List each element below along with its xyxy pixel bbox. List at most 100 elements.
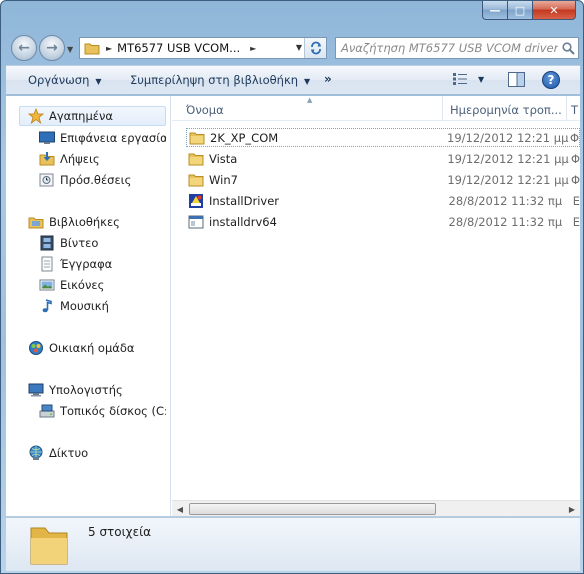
refresh-button[interactable] [304,38,326,58]
libraries-icon [28,214,44,230]
horizontal-scrollbar[interactable]: ◀ ▶ [172,500,580,516]
breadcrumb-separator-icon[interactable]: ► [250,44,256,53]
minimize-button[interactable]: — [482,1,508,20]
folder-icon [188,151,204,167]
include-in-library-button[interactable]: Συμπερίληψη στη βιβλιοθήκη ▼ [130,73,310,87]
nav-item-label: Λήψεις [60,152,100,166]
nav-item-recent-places[interactable]: Πρόσ.θέσεις [39,170,166,190]
nav-computer[interactable]: Υπολογιστής [28,380,166,400]
file-date: 19/12/2012 12:21 μμ [447,172,569,187]
nav-item-desktop[interactable]: Επιφάνεια εργασίας [39,128,166,148]
search-box[interactable]: Αναζήτηση MT6577 USB VCOM drivers [335,37,579,59]
music-icon [39,298,55,314]
preview-pane-button[interactable] [508,72,525,90]
breadcrumb-separator-icon[interactable]: ► [106,44,112,53]
local-disk-icon [39,403,55,419]
address-dropdown-icon[interactable]: ▼ [296,43,302,52]
column-header-date-modified[interactable]: Ημερομηνία τροπ... [450,103,562,117]
change-view-button[interactable]: ▼ [452,72,484,86]
nav-favorites[interactable]: Αγαπημένα [19,106,166,126]
pane-splitter[interactable] [166,96,171,516]
nav-network-label: Δίκτυο [49,446,89,460]
nav-item-local-disk[interactable]: Τοπικός δίσκος (C:) [39,401,166,421]
content-area: Αγαπημένα Επιφάνεια εργασίας Λήψεις Πρόσ… [6,96,580,516]
nav-network[interactable]: Δίκτυο [28,443,166,463]
breadcrumb-current[interactable]: MT6577 USB VCOM... [117,41,240,55]
scroll-right-icon[interactable]: ▶ [564,501,580,517]
search-input[interactable]: Αναζήτηση MT6577 USB VCOM drivers [336,41,558,55]
caption-buttons: — □ ✕ [482,1,576,20]
item-count: 5 στοιχεία [88,525,152,539]
nav-item-label: Τοπικός δίσκος (C:) [60,404,166,418]
nav-homegroup[interactable]: Οικιακή ομάδα [28,338,166,358]
back-button[interactable]: ← [11,35,37,61]
chevron-down-icon: ▼ [478,74,485,84]
file-type: Φ [569,130,579,145]
navigation-bar: ← → ▼ ► MT6577 USB VCOM... ► ▼ Αναζήτηση… [7,32,579,64]
file-row-2k-xp-com[interactable]: 2K_XP_COM 19/12/2012 12:21 μμ Φ [186,128,580,147]
column-header-name[interactable]: Όνομα [186,103,224,117]
close-button[interactable]: ✕ [533,1,576,20]
navigation-pane: Αγαπημένα Επιφάνεια εργασίας Λήψεις Πρόσ… [6,96,166,516]
preview-pane-icon [508,72,525,87]
desktop-icon [39,130,55,146]
arrow-right-icon: → [46,40,58,56]
file-type: Ε [572,193,580,208]
file-row-win7[interactable]: Win7 19/12/2012 12:21 μμ Φ [186,170,580,189]
nav-libraries[interactable]: Βιβλιοθήκες [28,212,166,232]
chevron-down-icon: ▼ [95,77,102,86]
file-type: Ε [572,214,580,229]
nav-item-label: Πρόσ.θέσεις [60,173,132,187]
folder-icon [84,43,100,54]
column-divider[interactable] [566,96,567,121]
nav-item-downloads[interactable]: Λήψεις [39,149,166,169]
nav-libraries-label: Βιβλιοθήκες [49,215,120,229]
details-pane: 5 στοιχεία [6,517,580,571]
address-bar[interactable]: ► MT6577 USB VCOM... ► ▼ [79,37,327,59]
application-icon [188,214,204,230]
homegroup-icon [28,340,44,356]
installer-icon [188,193,204,209]
nav-item-pictures[interactable]: Εικόνες [39,275,166,295]
column-header-type[interactable]: Τ [571,103,578,117]
organize-menu-button[interactable]: Οργάνωση ▼ [28,73,102,87]
command-bar: Οργάνωση ▼ Συμπερίληψη στη βιβλιοθήκη ▼ » … [6,65,580,95]
file-type: Φ [570,172,580,187]
nav-item-music[interactable]: Μουσική [39,296,166,316]
column-divider[interactable] [442,96,443,121]
file-date: 19/12/2012 12:21 μμ [447,130,569,145]
scroll-left-icon[interactable]: ◀ [172,501,188,517]
nav-item-documents[interactable]: Έγγραφα [39,254,166,274]
nav-homegroup-label: Οικιακή ομάδα [49,341,135,355]
folder-icon [189,130,205,146]
nav-item-label: Εικόνες [60,278,105,292]
forward-button[interactable]: → [39,35,65,61]
nav-item-video[interactable]: Βίντεο [39,233,166,253]
details-view-icon [453,73,467,85]
documents-icon [39,256,55,272]
file-name: installdrv64 [209,214,277,229]
folder-icon [188,172,204,188]
file-date: 19/12/2012 12:21 μμ [447,151,569,166]
file-type: Φ [570,151,580,166]
sort-ascending-icon: ▲ [307,96,313,104]
more-commands-button[interactable]: » [324,72,332,86]
maximize-button[interactable]: □ [508,1,533,20]
explorer-window: — □ ✕ ← → ▼ ► MT6577 USB VCOM... ► ▼ Ανα… [0,0,584,574]
file-row-vista[interactable]: Vista 19/12/2012 12:21 μμ Φ [186,149,580,168]
file-row-installdriver[interactable]: InstallDriver 28/8/2012 11:32 πμ Ε [186,191,580,210]
network-icon [28,445,44,461]
file-date: 28/8/2012 11:32 πμ [448,193,563,208]
search-icon[interactable] [558,38,578,58]
file-name: Vista [209,151,238,166]
nav-item-label: Βίντεο [60,236,99,250]
nav-item-label: Επιφάνεια εργασίας [60,131,166,145]
scrollbar-thumb[interactable] [189,503,436,515]
star-icon [28,108,44,124]
help-icon: ? [547,73,555,87]
refresh-icon [310,41,321,55]
help-button[interactable]: ? [542,71,560,89]
recent-pages-dropdown-icon[interactable]: ▼ [67,45,73,54]
nav-item-label: Έγγραφα [60,257,113,271]
file-row-installdrv64[interactable]: installdrv64 28/8/2012 11:32 πμ Ε [186,212,580,231]
